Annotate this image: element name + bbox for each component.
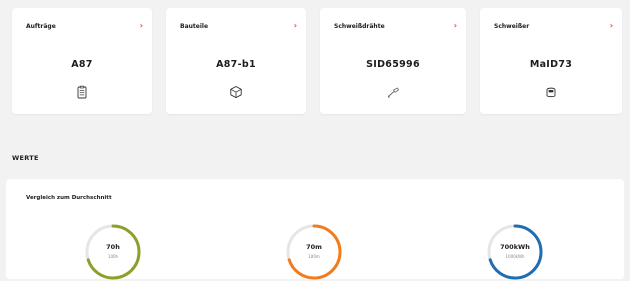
gauge-ring	[487, 224, 543, 280]
gauge-reference: 100m	[308, 254, 320, 259]
gauge-value: 70h	[106, 243, 120, 251]
card-value: MaID73	[529, 59, 573, 70]
card-schweissdraehte[interactable]: Schweißdrähte › SID65996	[320, 8, 466, 114]
chevron-right-icon[interactable]: ›	[294, 21, 297, 30]
chevron-right-icon[interactable]: ›	[610, 21, 613, 30]
comparison-panel: Vergleich zum Durchschnitt 70h 100h 70m …	[6, 179, 624, 281]
gauge-energy: 700kWh 1000kWh	[486, 223, 544, 281]
summary-cards: Aufträge › A87 Bauteile › A87-b1 Schweiß…	[0, 0, 630, 115]
gauge-reference: 100h	[107, 254, 119, 259]
gauge-ring	[286, 224, 342, 280]
chevron-right-icon[interactable]: ›	[454, 21, 457, 30]
chevron-right-icon[interactable]: ›	[140, 21, 143, 30]
card-value: SID65996	[366, 59, 420, 70]
card-schweisser[interactable]: Schweißer › MaID73	[480, 8, 622, 114]
welding-wire-icon	[386, 85, 400, 99]
gauge-value: 70m	[306, 243, 322, 251]
card-title: Schweißer	[494, 23, 530, 30]
welding-helmet-icon	[544, 85, 558, 99]
gauge-hours: 70h 100h	[84, 223, 142, 281]
card-bauteile[interactable]: Bauteile › A87-b1	[166, 8, 306, 114]
gauge-reference: 1000kWh	[505, 254, 525, 259]
gauge-value: 700kWh	[500, 243, 530, 251]
cube-icon	[229, 85, 243, 99]
gauge-ring	[85, 224, 141, 280]
card-title: Schweißdrähte	[334, 23, 385, 30]
card-auftraege[interactable]: Aufträge › A87	[12, 8, 152, 114]
panel-subtitle: Vergleich zum Durchschnitt	[26, 195, 112, 201]
card-title: Bauteile	[180, 23, 209, 30]
clipboard-icon	[75, 85, 89, 99]
card-value: A87-b1	[216, 59, 256, 70]
card-value: A87	[71, 59, 93, 70]
section-title-werte: WERTE	[12, 154, 39, 162]
card-title: Aufträge	[26, 23, 56, 30]
gauge-meters: 70m 100m	[285, 223, 343, 281]
